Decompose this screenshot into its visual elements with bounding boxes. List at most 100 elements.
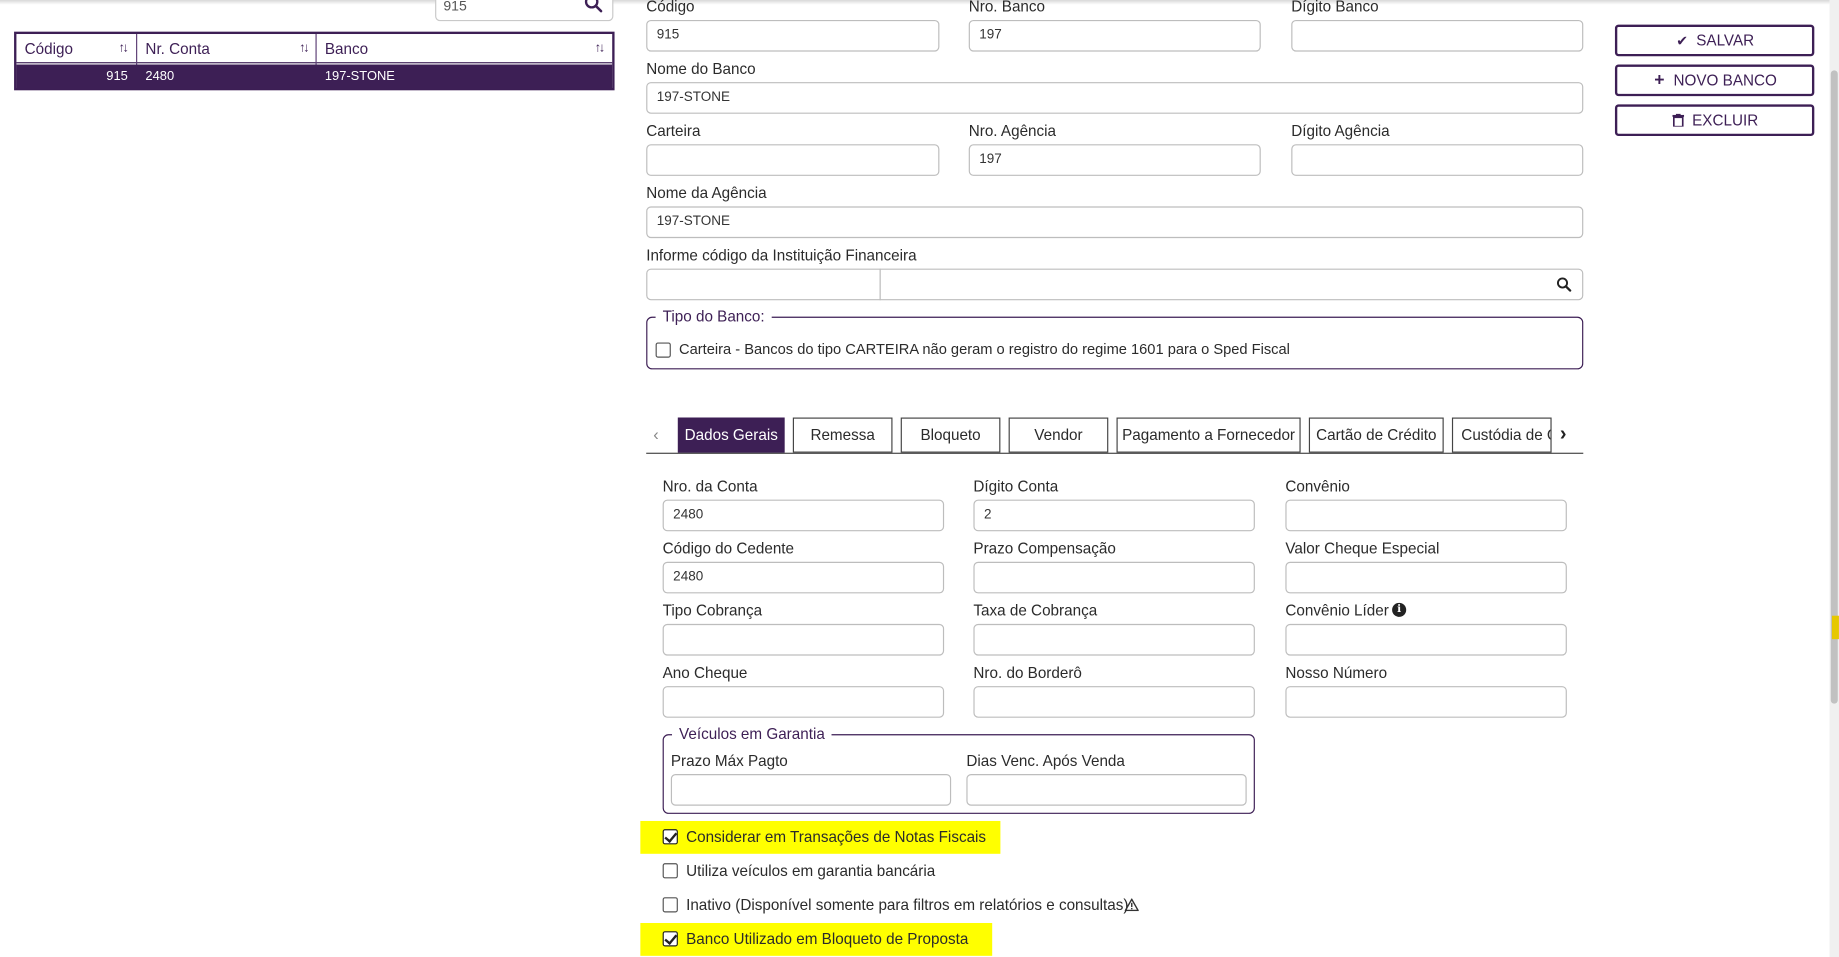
digito-agencia-field[interactable] bbox=[1291, 144, 1584, 176]
digito-banco-label: Dígito Banco bbox=[1291, 0, 1379, 16]
grid-search-input[interactable] bbox=[443, 0, 573, 18]
carteira-checkbox-label: Carteira - Bancos do tipo CARTEIRA não g… bbox=[679, 341, 1290, 358]
tab-cartao-credito[interactable]: Cartão de Crédito bbox=[1308, 417, 1444, 453]
nro-conta-label: Nro. da Conta bbox=[662, 477, 758, 495]
veiculos-garantia-checkbox[interactable] bbox=[662, 863, 678, 879]
nosso-numero-label: Nosso Número bbox=[1285, 663, 1388, 682]
nosso-numero-field[interactable] bbox=[1285, 686, 1567, 718]
search-icon[interactable] bbox=[584, 0, 603, 13]
codigo-cedente-field[interactable]: 2480 bbox=[662, 561, 945, 594]
new-bank-button[interactable]: + NOVO BANCO bbox=[1614, 64, 1815, 97]
instituicao-code-field[interactable] bbox=[646, 268, 881, 301]
instituicao-name-field[interactable] bbox=[879, 268, 1584, 301]
convenio-field[interactable] bbox=[1285, 499, 1567, 532]
table-row[interactable]: 915 2480 197-STONE bbox=[16, 64, 613, 90]
valor-cheque-especial-label: Valor Cheque Especial bbox=[1285, 539, 1440, 558]
ano-cheque-label: Ano Cheque bbox=[662, 663, 748, 682]
tab-custodia[interactable]: Custódia de C bbox=[1451, 417, 1552, 453]
tab-underline bbox=[646, 452, 1584, 454]
prazo-max-field[interactable] bbox=[670, 774, 952, 806]
grid-header: Código ↑↓ Nr. Conta ↑↓ Banco ↑↓ bbox=[16, 34, 613, 64]
veiculos-legend: Veículos em Garantia bbox=[672, 725, 832, 743]
trash-icon bbox=[1671, 108, 1685, 135]
info-icon[interactable]: i bbox=[1392, 602, 1407, 617]
scrollbar-thumb[interactable] bbox=[1830, 70, 1838, 704]
tab-scroll-left-icon[interactable]: ‹ bbox=[653, 425, 658, 444]
convenio-lider-label: Convênio Líder bbox=[1285, 601, 1389, 620]
nome-agencia-field[interactable]: 197-STONE bbox=[646, 206, 1584, 239]
digito-conta-label: Dígito Conta bbox=[973, 477, 1059, 495]
tab-scroll-right-icon[interactable]: › bbox=[1560, 422, 1567, 445]
scroll-marker bbox=[1831, 615, 1839, 640]
nro-agencia-label: Nro. Agência bbox=[968, 121, 1057, 140]
search-icon[interactable] bbox=[1556, 277, 1572, 292]
taxa-cobranca-label: Taxa de Cobrança bbox=[973, 601, 1098, 620]
nome-banco-label: Nome do Banco bbox=[646, 59, 756, 78]
top-shadow bbox=[0, 0, 1830, 5]
digito-agencia-label: Dígito Agência bbox=[1291, 121, 1390, 140]
nro-agencia-field[interactable]: 197 bbox=[968, 144, 1261, 176]
nro-bordero-label: Nro. do Borderô bbox=[973, 663, 1082, 682]
tipo-banco-legend: Tipo do Banco: bbox=[655, 308, 772, 325]
ano-cheque-field[interactable] bbox=[662, 686, 945, 718]
grid-search[interactable] bbox=[435, 0, 614, 22]
codigo-label: Código bbox=[646, 0, 695, 16]
prazo-compensacao-field[interactable] bbox=[973, 561, 1255, 594]
sort-icon[interactable]: ↑↓ bbox=[299, 34, 310, 63]
prazo-compensacao-label: Prazo Compensação bbox=[973, 539, 1116, 558]
tab-remessa[interactable]: Remessa bbox=[792, 417, 893, 453]
carteira-checkbox[interactable] bbox=[655, 342, 671, 358]
col-header-banco-label: Banco bbox=[324, 39, 369, 58]
sort-icon[interactable]: ↑↓ bbox=[595, 34, 606, 63]
dias-venc-label: Dias Venc. Após Venda bbox=[966, 751, 1125, 770]
delete-button-label: EXCLUIR bbox=[1692, 111, 1759, 130]
nro-banco-field[interactable]: 197 bbox=[968, 19, 1261, 52]
save-button[interactable]: ✔ SALVAR bbox=[1614, 24, 1815, 57]
carteira-field[interactable] bbox=[646, 144, 940, 176]
nro-bordero-field[interactable] bbox=[973, 686, 1255, 718]
digito-conta-field[interactable]: 2 bbox=[973, 499, 1255, 532]
tipo-cobranca-label: Tipo Cobrança bbox=[662, 601, 763, 620]
col-header-nr-conta[interactable]: Nr. Conta ↑↓ bbox=[137, 34, 316, 63]
inativo-label: Inativo (Disponível somente para filtros… bbox=[686, 896, 1129, 914]
cell-nr-conta: 2480 bbox=[145, 69, 175, 84]
codigo-field[interactable]: 915 bbox=[646, 19, 940, 52]
tab-vendor[interactable]: Vendor bbox=[1008, 417, 1109, 453]
tipo-cobranca-field[interactable] bbox=[662, 623, 945, 656]
nome-agencia-label: Nome da Agência bbox=[646, 184, 767, 202]
save-button-label: SALVAR bbox=[1696, 31, 1755, 50]
prazo-max-label: Prazo Máx Pagto bbox=[670, 751, 788, 770]
nro-conta-field[interactable]: 2480 bbox=[662, 499, 945, 532]
dias-venc-field[interactable] bbox=[966, 774, 1247, 806]
nro-banco-label: Nro. Banco bbox=[968, 0, 1046, 16]
col-header-banco[interactable]: Banco ↑↓ bbox=[317, 34, 613, 63]
valor-cheque-especial-field[interactable] bbox=[1285, 561, 1567, 594]
tab-pagamento-fornecedor[interactable]: Pagamento a Fornecedor bbox=[1116, 417, 1301, 453]
tab-bloqueto[interactable]: Bloqueto bbox=[900, 417, 1001, 453]
cell-banco: 197-STONE bbox=[324, 69, 395, 84]
delete-button[interactable]: EXCLUIR bbox=[1614, 104, 1815, 137]
digito-banco-field[interactable] bbox=[1291, 19, 1584, 52]
inativo-checkbox[interactable] bbox=[662, 897, 678, 913]
sort-icon[interactable]: ↑↓ bbox=[118, 34, 129, 63]
col-header-codigo-label: Código bbox=[24, 39, 73, 58]
cell-codigo: 915 bbox=[106, 69, 128, 84]
taxa-cobranca-field[interactable] bbox=[973, 623, 1255, 656]
check-icon: ✔ bbox=[1676, 32, 1689, 50]
convenio-label: Convênio bbox=[1285, 477, 1350, 495]
instituicao-label: Informe código da Instituição Financeira bbox=[646, 246, 917, 264]
considerar-nf-checkbox[interactable] bbox=[662, 829, 678, 845]
col-header-codigo[interactable]: Código ↑↓ bbox=[16, 34, 136, 63]
carteira-label: Carteira bbox=[646, 121, 701, 140]
bloqueto-proposta-checkbox[interactable] bbox=[662, 931, 678, 947]
warning-icon bbox=[1124, 898, 1139, 912]
tab-dados-gerais[interactable]: Dados Gerais bbox=[677, 417, 785, 453]
codigo-cedente-label: Código do Cedente bbox=[662, 539, 795, 558]
banks-grid: Código ↑↓ Nr. Conta ↑↓ Banco ↑↓ 915 2480… bbox=[14, 31, 615, 91]
nome-banco-field[interactable]: 197-STONE bbox=[646, 82, 1584, 114]
veiculos-garantia-label: Utiliza veículos em garantia bancária bbox=[686, 862, 936, 880]
plus-icon: + bbox=[1654, 70, 1665, 91]
bloqueto-proposta-label: Banco Utilizado em Bloqueto de Proposta bbox=[686, 930, 969, 948]
convenio-lider-field[interactable] bbox=[1285, 623, 1567, 656]
considerar-nf-label: Considerar em Transações de Notas Fiscai… bbox=[686, 827, 987, 846]
